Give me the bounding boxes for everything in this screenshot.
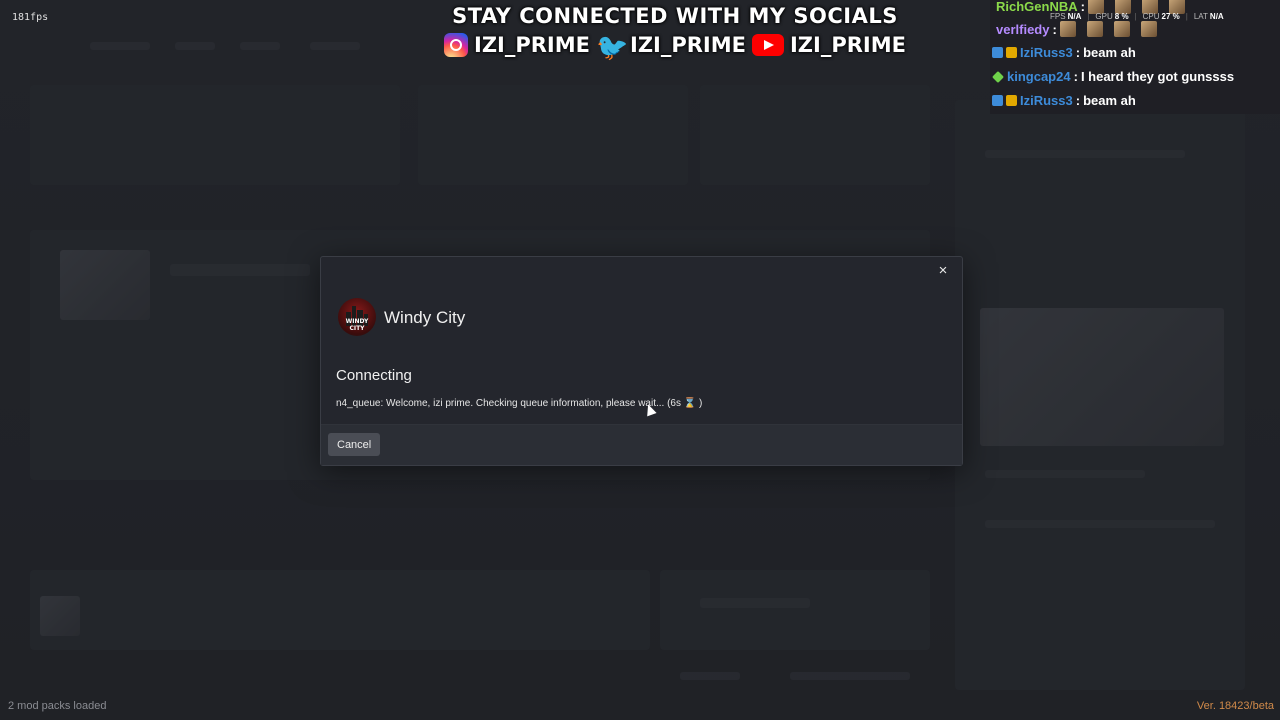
- chat-message: kingcap24 : I heard they got gunssss: [992, 69, 1234, 84]
- chat-text: beam ah: [1083, 45, 1136, 60]
- connecting-dialog: × WINDY CITY Windy City Connecting n4_qu…: [320, 256, 963, 466]
- chat-separator: :: [1075, 45, 1081, 60]
- socials-row: IZI_PRIME 🐦 IZI_PRIME IZI_PRIME: [440, 30, 910, 63]
- emote-icon: [1140, 21, 1157, 37]
- chat-text: I heard they got gunssss: [1080, 69, 1235, 84]
- chat-username: IziRuss3: [1020, 93, 1073, 108]
- gpu-stat: GPU 8 %: [1095, 12, 1129, 21]
- chat-username: verlfiedy: [996, 21, 1050, 37]
- emote-icon: [1113, 21, 1130, 37]
- fps-counter: 181fps: [12, 12, 49, 23]
- socials-banner: STAY CONNECTED WITH MY SOCIALS IZI_PRIME…: [440, 2, 910, 63]
- star-badge-icon: [992, 70, 1004, 83]
- status-message-suffix: ): [699, 398, 703, 409]
- version-label: Ver. 18423/beta: [1196, 700, 1274, 712]
- prime-badge-icon: [992, 47, 1003, 58]
- status-title: Connecting: [336, 367, 412, 384]
- fps-stat: FPS N/A: [1050, 12, 1082, 21]
- chat-separator: :: [1073, 69, 1078, 84]
- hourglass-icon: ⌛: [683, 398, 697, 409]
- instagram-handle: IZI_PRIME: [474, 33, 590, 57]
- status-message-text: n4_queue: Welcome, izi prime. Checking q…: [336, 398, 681, 409]
- twitter-icon: 🐦: [596, 33, 629, 63]
- server-name: Windy City: [384, 308, 466, 327]
- crown-badge-icon: [1006, 47, 1017, 58]
- dialog-footer: Cancel: [321, 424, 962, 465]
- crown-badge-icon: [1006, 95, 1017, 106]
- server-logo: WINDY CITY: [338, 298, 376, 336]
- chat-username: kingcap24: [1007, 69, 1071, 84]
- chat-separator: :: [1052, 21, 1057, 37]
- mod-packs-status: 2 mod packs loaded: [8, 700, 107, 712]
- chat-message: IziRuss3 : beam ah: [992, 45, 1136, 60]
- chat-message: IziRuss3 : beam ah: [992, 93, 1136, 108]
- chat-text: beam ah: [1083, 93, 1136, 108]
- cancel-button[interactable]: Cancel: [328, 433, 381, 456]
- youtube-icon: [751, 34, 784, 56]
- emote-icon: [1059, 21, 1076, 37]
- instagram-icon: [444, 33, 469, 57]
- youtube-handle: IZI_PRIME: [789, 33, 906, 57]
- lat-stat: LAT N/A: [1193, 12, 1224, 21]
- chat-message: verlfiedy :: [996, 21, 1165, 37]
- server-logo-text: WINDY CITY: [345, 318, 369, 332]
- twitter-handle: IZI_PRIME: [630, 33, 746, 57]
- close-icon[interactable]: ×: [934, 262, 952, 280]
- chat-separator: :: [1075, 93, 1081, 108]
- cpu-stat: CPU 27 %: [1142, 12, 1180, 21]
- performance-stats: FPS N/A | GPU 8 % | CPU 27 % | LAT N/A: [1050, 12, 1224, 21]
- socials-headline: STAY CONNECTED WITH MY SOCIALS: [452, 4, 898, 28]
- emote-icon: [1086, 21, 1103, 37]
- chat-username: IziRuss3: [1020, 45, 1073, 60]
- prime-badge-icon: [992, 95, 1003, 106]
